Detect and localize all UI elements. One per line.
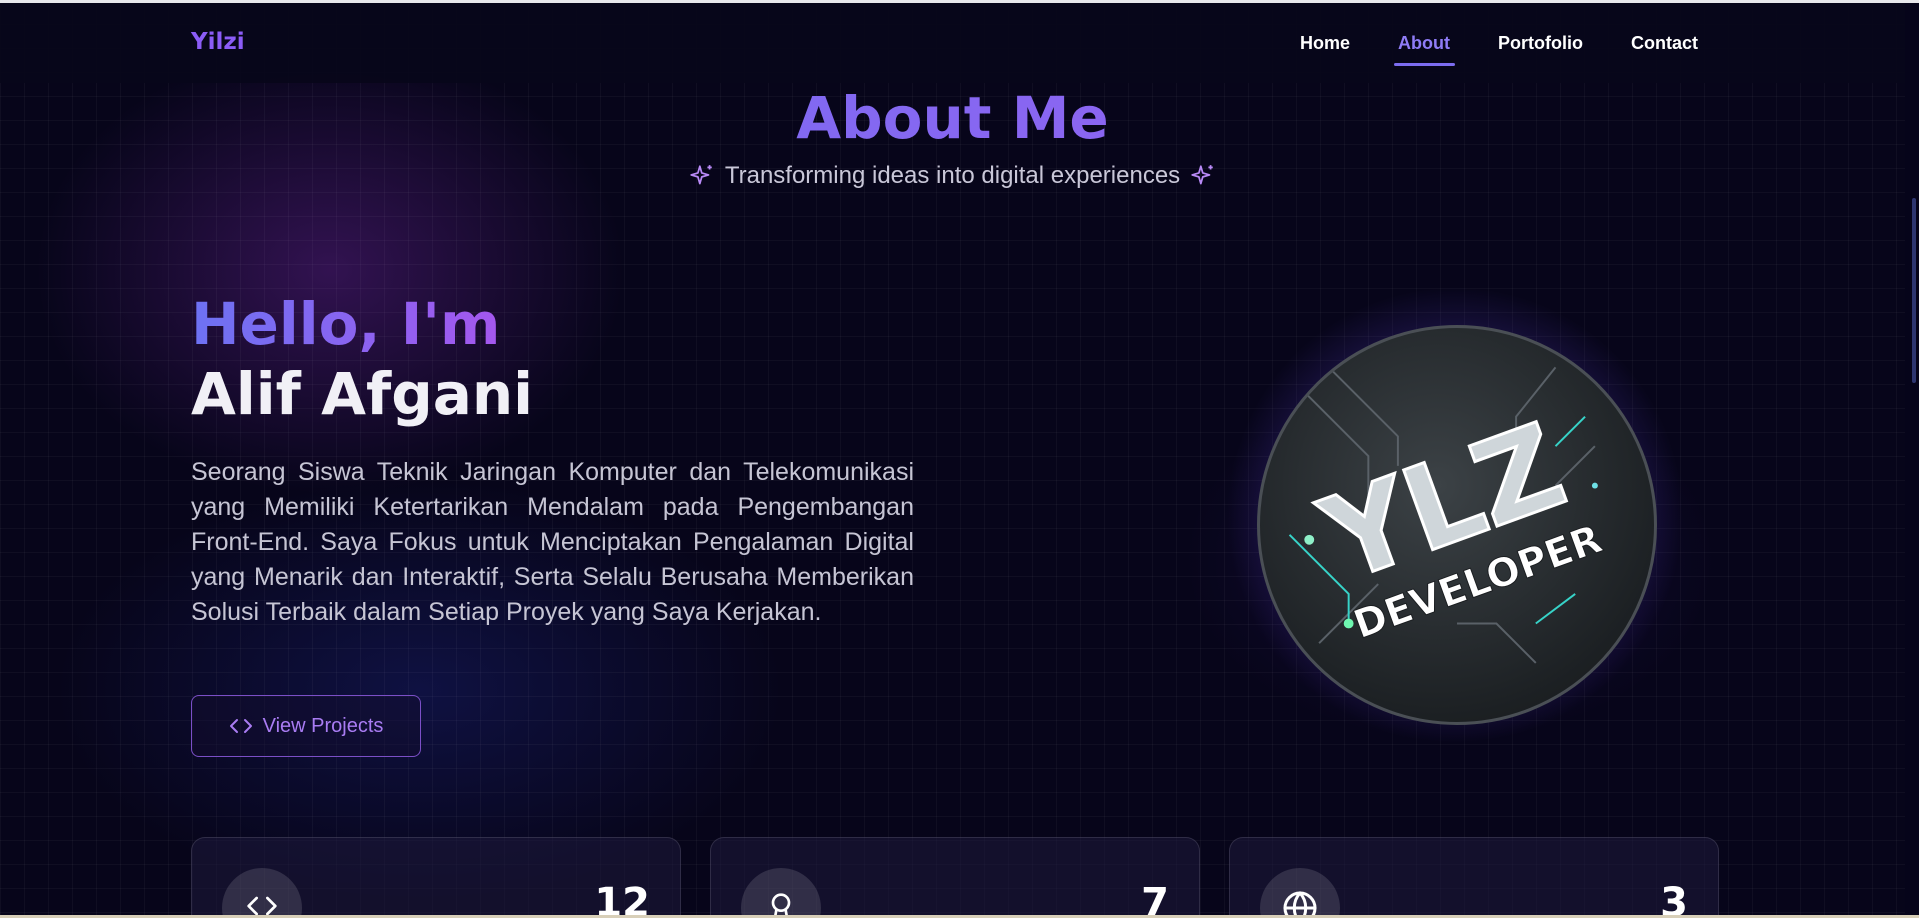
stat-card-experience: 3 [1229, 837, 1719, 918]
stat-card-certificates: 7 [710, 837, 1200, 918]
nav-link-contact[interactable]: Contact [1631, 33, 1698, 54]
stat-icon-wrap [222, 868, 302, 918]
scrollbar-thumb[interactable] [1912, 198, 1916, 383]
nav-link-portofolio[interactable]: Portofolio [1498, 33, 1583, 54]
sparkle-icon [1191, 165, 1213, 185]
person-name: Alif Afgani [191, 360, 534, 428]
nav-link-about[interactable]: About [1394, 33, 1455, 66]
stat-value: 3 [1660, 880, 1688, 918]
site-logo[interactable]: Yilzi [191, 29, 245, 55]
nav-link-home[interactable]: Home [1300, 33, 1350, 54]
globe-icon [1283, 891, 1317, 918]
award-icon [771, 893, 791, 918]
page-subtitle: Transforming ideas into digital experien… [0, 162, 1905, 190]
sparkle-icon [690, 165, 712, 185]
page-scrollbar[interactable] [1905, 3, 1919, 915]
navbar: Yilzi Home About Portofolio Contact [0, 3, 1905, 83]
nav-links: Home About Portofolio Contact [1300, 33, 1746, 66]
greeting: Hello, I'm [191, 290, 501, 358]
view-projects-button[interactable]: View Projects [191, 695, 421, 757]
code-icon [247, 896, 277, 916]
subtitle-text: Transforming ideas into digital experien… [724, 162, 1181, 189]
view-projects-label: View Projects [262, 714, 384, 737]
avatar-logo: YLZ DEVELOPER [1288, 366, 1608, 664]
page-title: About Me [0, 84, 1905, 152]
stat-value: 12 [594, 880, 650, 918]
intro-description: Seorang Siswa Teknik Jaringan Komputer d… [191, 458, 914, 626]
stat-value: 7 [1141, 880, 1169, 918]
stat-icon-wrap [741, 868, 821, 918]
code-icon [229, 719, 252, 733]
avatar: YLZ DEVELOPER [1257, 325, 1657, 725]
stat-card-projects: 12 [191, 837, 681, 918]
stat-icon-wrap [1260, 868, 1340, 918]
